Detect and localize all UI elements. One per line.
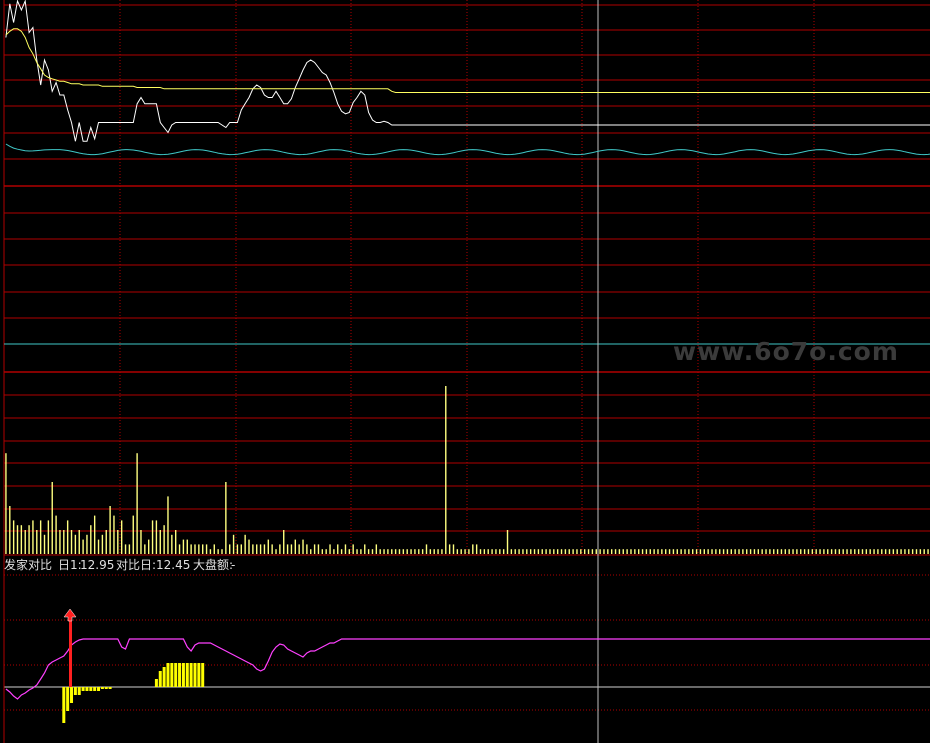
indicator-bar — [174, 663, 178, 687]
indicator-bar — [178, 663, 182, 687]
indicator-bar — [77, 687, 81, 695]
indicator-bar — [170, 663, 174, 687]
indicator-bar — [70, 687, 74, 703]
series-avg — [5, 28, 930, 93]
watermark: www.6o7o.com — [673, 337, 899, 366]
series-price — [5, 0, 930, 142]
day1-label: 日1: — [58, 558, 82, 572]
indicator-bar — [89, 687, 93, 691]
indicator-bar — [81, 687, 85, 691]
intraday-chart[interactable] — [0, 0, 930, 743]
day1-value: 12.95 — [80, 558, 115, 572]
signal-arrow-icon — [63, 608, 77, 622]
market-value: - — [231, 558, 236, 572]
indicator-bar — [97, 687, 101, 691]
indicator-bar — [158, 671, 162, 687]
indicator-bar — [162, 667, 166, 687]
indicator-bar — [193, 663, 197, 687]
indicator-bar — [108, 687, 112, 689]
indicator-bar — [104, 687, 108, 689]
indicator-bar — [100, 687, 104, 689]
indicator-bar — [166, 663, 170, 687]
indicator-bar — [189, 663, 193, 687]
compare-label: 对比日: — [116, 558, 157, 572]
indicator-bar — [62, 687, 66, 723]
indicator-bar — [154, 679, 158, 687]
indicator-bar — [66, 687, 70, 711]
signal-bar — [69, 620, 72, 687]
indicator-bar — [85, 687, 89, 691]
indicator-bar — [185, 663, 189, 687]
compare-value: 12.45 — [156, 558, 191, 572]
indicator-name: 发家对比 — [4, 558, 53, 572]
indicator-bar — [197, 663, 201, 687]
series-indicator-line — [5, 638, 930, 700]
series-cyan — [5, 143, 930, 156]
indicator-bar — [73, 687, 77, 695]
market-label: 大盘额: — [193, 558, 234, 572]
indicator-bar — [93, 687, 97, 691]
indicator-bar — [181, 663, 185, 687]
indicator-bar — [201, 663, 205, 687]
